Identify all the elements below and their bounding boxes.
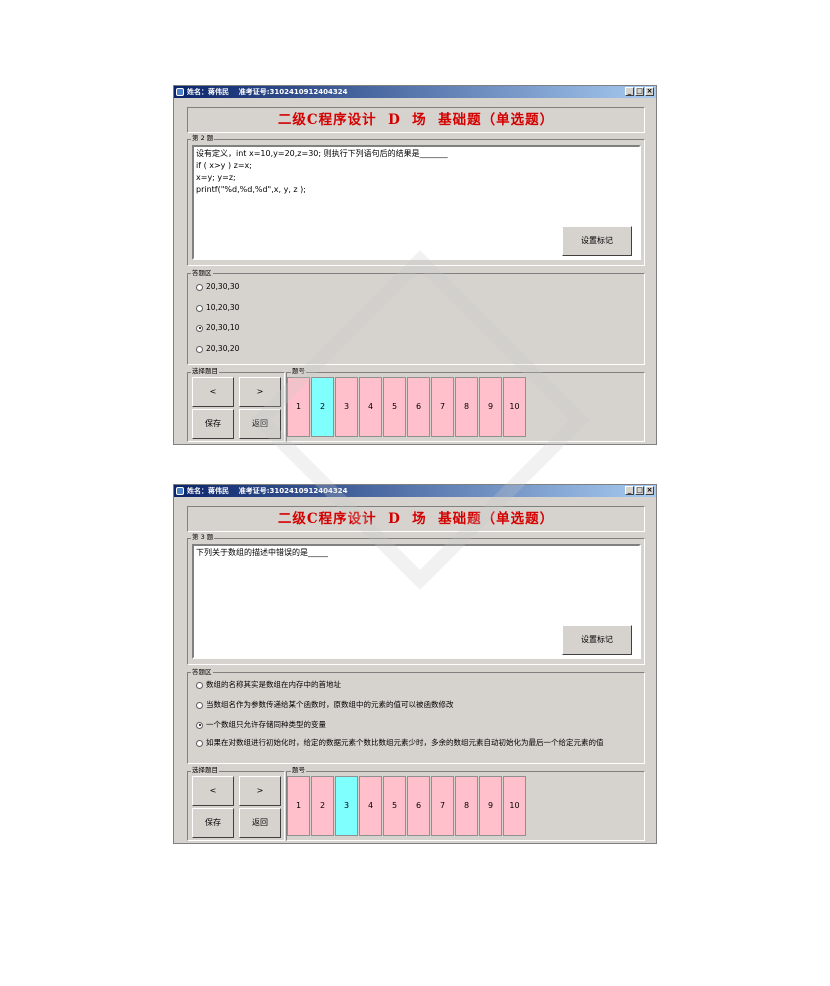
- question-number-button[interactable]: 3: [335, 377, 358, 437]
- title-bar[interactable]: 姓名：蒋伟民 准考证号:3102410912404324 _ □ ×: [174, 485, 656, 497]
- question-line: 设有定义，int x=10,y=20,z=30; 则执行下列语句后的结果是___…: [196, 149, 448, 158]
- question-number-button[interactable]: 5: [383, 776, 406, 836]
- question-number-button[interactable]: 3: [335, 776, 358, 836]
- return-button[interactable]: 返回: [239, 808, 281, 838]
- exam-banner: 二级C程序设计 D 场 基础题（单选题）: [187, 506, 645, 532]
- answer-option[interactable]: 一个数组只允许存储同种类型的变量: [196, 720, 326, 730]
- option-text: 20,30,20: [206, 344, 240, 353]
- option-text: 20,30,30: [206, 282, 240, 291]
- answer-group: [187, 273, 645, 365]
- answer-option[interactable]: 20,30,30: [196, 282, 239, 292]
- answer-option[interactable]: 当数组名作为参数传递给某个函数时，原数组中的元素的值可以被函数修改: [196, 700, 454, 710]
- question-number-label: 第 2 题: [191, 134, 215, 142]
- option-text: 如果在对数组进行初始化时，给定的数据元素个数比数组元素少时，多余的数组元素自动初…: [206, 738, 604, 747]
- option-text: 20,30,10: [206, 323, 240, 332]
- minimize-icon[interactable]: _: [625, 87, 634, 96]
- minimize-icon[interactable]: _: [625, 486, 634, 495]
- question-number-button[interactable]: 10: [503, 377, 526, 437]
- title-bar[interactable]: 姓名：蒋伟民 准考证号:3102410912404324 _ □ ×: [174, 86, 656, 98]
- maximize-icon[interactable]: □: [635, 87, 644, 96]
- title-text: 姓名：蒋伟民 准考证号:3102410912404324: [187, 86, 347, 98]
- answer-option[interactable]: 20,30,20: [196, 344, 239, 354]
- exam-id: 准考证号:3102410912404324: [238, 487, 348, 495]
- save-button[interactable]: 保存: [192, 808, 234, 838]
- question-number-button[interactable]: 1: [287, 377, 310, 437]
- question-number-button[interactable]: 1: [287, 776, 310, 836]
- option-text: 当数组名作为参数传递给某个函数时，原数组中的元素的值可以被函数修改: [206, 700, 454, 709]
- radio-icon[interactable]: [196, 345, 203, 353]
- title-text: 姓名：蒋伟民 准考证号:3102410912404324: [187, 485, 347, 497]
- answer-area-label: 答题区: [191, 668, 213, 676]
- radio-icon[interactable]: [196, 701, 203, 709]
- question-line: 下列关于数组的描述中错误的是_____: [196, 548, 328, 557]
- candidate-name: 姓名：蒋伟民: [187, 88, 229, 96]
- question-number-button[interactable]: 2: [311, 776, 334, 836]
- app-icon: [176, 88, 184, 96]
- window-controls: _ □ ×: [625, 486, 654, 495]
- question-number-button[interactable]: 10: [503, 776, 526, 836]
- answer-option[interactable]: 10,20,30: [196, 303, 239, 313]
- radio-icon[interactable]: [196, 739, 203, 747]
- select-question-label: 选择题目: [191, 367, 219, 375]
- save-button[interactable]: 保存: [192, 409, 234, 439]
- maximize-icon[interactable]: □: [635, 486, 644, 495]
- question-number-button[interactable]: 2: [311, 377, 334, 437]
- radio-icon[interactable]: [196, 721, 203, 729]
- select-question-label: 选择题目: [191, 766, 219, 774]
- app-icon: [176, 487, 184, 495]
- question-number-button[interactable]: 8: [455, 377, 478, 437]
- radio-icon[interactable]: [196, 681, 203, 689]
- option-text: 10,20,30: [206, 303, 240, 312]
- question-line: printf("%d,%d,%d",x, y, z );: [196, 185, 306, 194]
- question-number-button[interactable]: 4: [359, 377, 382, 437]
- answer-option[interactable]: 数组的名称其实是数组在内存中的首地址: [196, 680, 341, 690]
- radio-icon[interactable]: [196, 304, 203, 312]
- candidate-name: 姓名：蒋伟民: [187, 487, 229, 495]
- question-numbers-label: 题号: [291, 766, 306, 774]
- set-mark-button[interactable]: 设置标记: [562, 625, 632, 655]
- prev-button[interactable]: <: [192, 776, 234, 806]
- question-number-button[interactable]: 7: [431, 776, 454, 836]
- radio-icon[interactable]: [196, 283, 203, 291]
- question-numbers-label: 题号: [291, 367, 306, 375]
- answer-option[interactable]: 如果在对数组进行初始化时，给定的数据元素个数比数组元素少时，多余的数组元素自动初…: [196, 738, 641, 748]
- exam-window-1: 姓名：蒋伟民 准考证号:3102410912404324 _ □ × 二级C程序设计 D…: [173, 85, 657, 445]
- question-number-label: 第 3 题: [191, 533, 215, 541]
- option-text: 一个数组只允许存储同种类型的变量: [206, 720, 326, 729]
- next-button[interactable]: >: [239, 377, 281, 407]
- question-number-button[interactable]: 9: [479, 377, 502, 437]
- question-number-button[interactable]: 5: [383, 377, 406, 437]
- next-button[interactable]: >: [239, 776, 281, 806]
- exam-banner: 二级C程序设计 D 场 基础题（单选题）: [187, 107, 645, 133]
- close-icon[interactable]: ×: [645, 87, 654, 96]
- option-text: 数组的名称其实是数组在内存中的首地址: [206, 680, 341, 689]
- question-line: if ( x>y ) z=x;: [196, 161, 252, 170]
- answer-area-label: 答题区: [191, 269, 213, 277]
- answer-option[interactable]: 20,30,10: [196, 323, 239, 333]
- question-number-button[interactable]: 4: [359, 776, 382, 836]
- set-mark-button[interactable]: 设置标记: [562, 226, 632, 256]
- exam-id: 准考证号:3102410912404324: [238, 88, 348, 96]
- question-number-button[interactable]: 6: [407, 776, 430, 836]
- prev-button[interactable]: <: [192, 377, 234, 407]
- close-icon[interactable]: ×: [645, 486, 654, 495]
- radio-icon[interactable]: [196, 324, 203, 332]
- return-button[interactable]: 返回: [239, 409, 281, 439]
- question-number-button[interactable]: 9: [479, 776, 502, 836]
- window-controls: _ □ ×: [625, 87, 654, 96]
- question-number-button[interactable]: 7: [431, 377, 454, 437]
- question-line: x=y; y=z;: [196, 173, 236, 182]
- exam-window-2: 姓名：蒋伟民 准考证号:3102410912404324 _ □ × 二级C程序设计 D…: [173, 484, 657, 844]
- question-number-button[interactable]: 6: [407, 377, 430, 437]
- question-number-button[interactable]: 8: [455, 776, 478, 836]
